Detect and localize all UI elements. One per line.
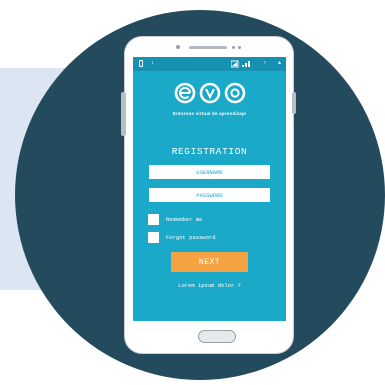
forgot-password-label: Forgot password — [166, 234, 216, 241]
chevron-left-icon: ‹ — [264, 60, 266, 66]
username-input[interactable] — [149, 165, 270, 179]
triangle-icon: ▴ — [278, 60, 282, 66]
remember-me-checkbox[interactable] — [148, 214, 159, 225]
forgot-password-checkbox[interactable] — [148, 232, 159, 243]
phone-volume-button — [121, 92, 126, 136]
battery-icon — [139, 60, 143, 67]
next-button[interactable]: NEXT — [171, 252, 248, 272]
phone-power-button — [292, 92, 296, 114]
signal-bars-icon — [231, 60, 250, 68]
page-title: REGISTRATION — [171, 146, 248, 157]
front-camera-icon — [176, 45, 180, 49]
password-input[interactable] — [149, 188, 270, 202]
help-link[interactable]: Lorem ipsum dolor ? — [133, 282, 286, 289]
remember-me-label: Remember me — [166, 216, 203, 223]
app-tagline: Entornos virtual de aprendizaje — [172, 111, 247, 116]
status-bar: ↓ ‹ ▴ — [133, 57, 286, 71]
stage: ↓ ‹ ▴ Entornos virtual de aprendizaje RE… — [0, 0, 385, 385]
download-arrow-icon: ↓ — [151, 60, 154, 66]
home-button[interactable] — [198, 330, 236, 343]
sensor-dots-icon — [232, 45, 242, 49]
phone-speaker — [189, 46, 227, 49]
phone-screen: ↓ ‹ ▴ Entornos virtual de aprendizaje RE… — [133, 57, 286, 321]
evo-logo — [174, 82, 246, 104]
